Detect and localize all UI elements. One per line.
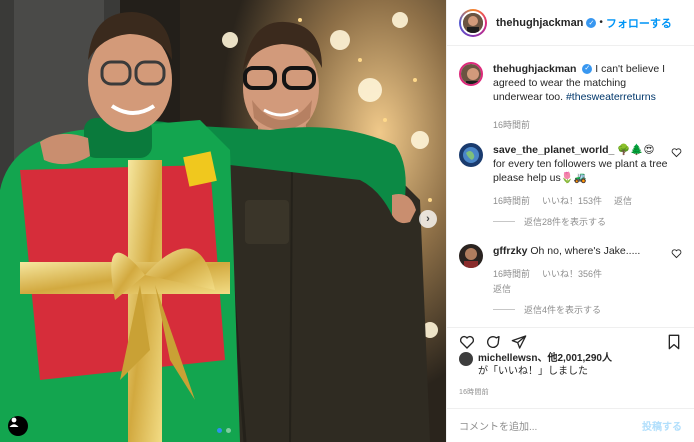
reply-button[interactable]: 返信 <box>614 194 632 207</box>
reply-button[interactable]: 返信 <box>493 282 668 295</box>
user-tag-button[interactable] <box>8 416 28 436</box>
post-comment-button[interactable]: 投稿する <box>642 418 682 433</box>
carousel-dot <box>226 428 231 433</box>
comment-meta: 16時間前 いいね！153件 返信 <box>493 194 668 207</box>
post-side-panel: thehughjackman ✓ • フォローする thehughjackman… <box>446 0 694 442</box>
comment-item: save_the_planet_world_ 🌳🌲😍 for every ten… <box>447 143 694 228</box>
comment-likes[interactable]: いいね！356件 <box>542 267 602 280</box>
heart-icon[interactable] <box>459 334 475 350</box>
comment-username[interactable]: save_the_planet_world_ <box>493 144 614 156</box>
comment-icon[interactable] <box>485 334 501 350</box>
caption: thehughjackman ✓ I can't believe I agree… <box>447 62 694 131</box>
comment-text: save_the_planet_world_ 🌳🌲😍 for every ten… <box>493 143 668 185</box>
commenter-avatar[interactable] <box>459 143 483 167</box>
separator-dot: • <box>599 17 603 28</box>
likes-summary: michellewsn、他2,001,290人 が「いいね！」しました <box>459 352 686 378</box>
post-photo[interactable]: › <box>0 0 446 442</box>
comment-time: 16時間前 <box>493 196 531 206</box>
carousel-next-button[interactable]: › <box>419 210 437 228</box>
hashtag-link[interactable]: #thesweaterreturns <box>566 91 656 103</box>
post-timestamp[interactable]: 16時間前 <box>459 387 489 397</box>
view-replies-label: 返信4件を表示する <box>524 305 602 315</box>
likes-suffix: が「いいね！」しました <box>478 366 588 377</box>
view-replies-button[interactable]: 返信28件を表示する <box>493 215 668 228</box>
comment-username[interactable]: gffrzky <box>493 245 527 257</box>
comment-likes[interactable]: いいね！153件 <box>542 194 602 207</box>
photo-illustration <box>0 0 446 442</box>
comment-meta: 16時間前 いいね！356件 返信 <box>493 267 668 295</box>
heart-icon[interactable] <box>671 147 682 158</box>
liker-username[interactable]: michellewsn <box>478 353 537 364</box>
action-bar <box>447 327 694 355</box>
comment-item: gffrzky Oh no, where's Jake..... 16時間前 い… <box>447 244 694 316</box>
carousel-indicator <box>217 428 231 433</box>
carousel-dot-active <box>217 428 222 433</box>
comments-list: thehughjackman ✓ I can't believe I agree… <box>447 62 694 316</box>
author-avatar[interactable] <box>459 8 487 37</box>
share-icon[interactable] <box>511 334 527 350</box>
liker-avatar[interactable] <box>459 352 473 366</box>
post-header: thehughjackman ✓ • フォローする <box>447 0 694 46</box>
comment-time: 16時間前 <box>493 269 531 279</box>
divider <box>493 221 515 222</box>
add-comment-bar: コメントを追加... 投稿する <box>447 408 694 442</box>
comment-text: gffrzky Oh no, where's Jake..... <box>493 244 668 258</box>
caption-meta: 16時間前 <box>493 118 668 131</box>
divider <box>493 309 515 310</box>
likes-count[interactable]: 、他2,001,290人 <box>537 353 612 364</box>
chevron-right-icon: › <box>426 213 430 225</box>
caption-avatar[interactable] <box>459 62 483 86</box>
verified-icon: ✓ <box>586 17 597 28</box>
bookmark-icon[interactable] <box>666 334 682 350</box>
caption-time: 16時間前 <box>493 120 531 130</box>
comment-input[interactable]: コメントを追加... <box>459 418 537 433</box>
heart-icon[interactable] <box>671 248 682 259</box>
commenter-avatar[interactable] <box>459 244 483 268</box>
comment-body: Oh no, where's Jake..... <box>530 245 641 257</box>
verified-icon: ✓ <box>582 64 593 75</box>
caption-username[interactable]: thehughjackman <box>493 63 576 75</box>
author-username[interactable]: thehughjackman <box>496 17 583 29</box>
caption-text: thehughjackman ✓ I can't believe I agree… <box>493 62 668 104</box>
follow-button[interactable]: フォローする <box>606 15 672 31</box>
user-tag-icon <box>9 417 19 427</box>
view-replies-button[interactable]: 返信4件を表示する <box>493 303 668 316</box>
view-replies-label: 返信28件を表示する <box>524 217 607 227</box>
